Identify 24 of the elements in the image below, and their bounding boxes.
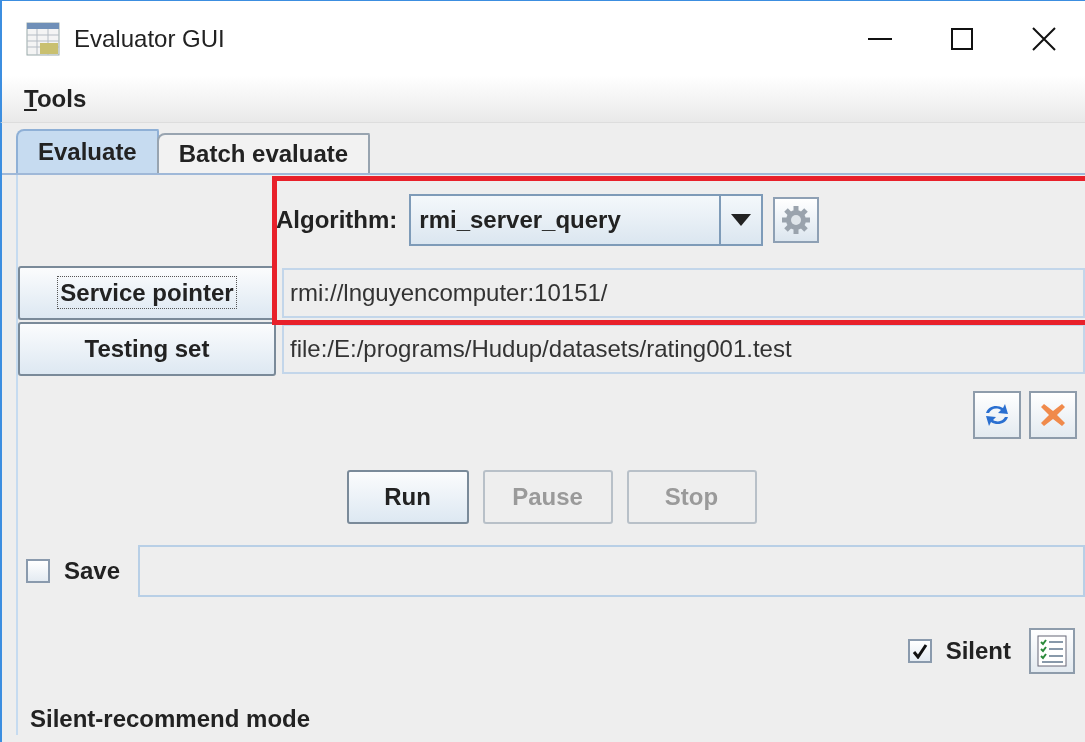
tab[interactable]: Batch evaluate — [156, 133, 371, 173]
service-pointer-field[interactable]: rmi://lnguyencomputer:10151/ — [282, 268, 1085, 318]
settings-icon — [780, 204, 813, 236]
algorithm-label: Algorithm: — [276, 206, 398, 234]
window-title: Evaluator GUI — [74, 24, 226, 53]
algorithm-dropdown[interactable]: rmi_server_query — [409, 194, 764, 246]
testing-set-button[interactable]: Testing set — [18, 322, 276, 376]
tab[interactable]: Evaluate — [16, 129, 159, 173]
save-checkbox[interactable] — [26, 559, 50, 583]
checklist-icon — [1037, 635, 1067, 667]
silent-checkbox[interactable] — [907, 639, 932, 663]
status-text: Silent-recommend mode — [29, 705, 312, 733]
run-button[interactable]: Run — [346, 470, 469, 524]
settings-button[interactable] — [773, 197, 820, 243]
menu-item[interactable]: Tools — [24, 85, 87, 113]
clear-button[interactable] — [1029, 391, 1077, 439]
silent-label: Silent — [945, 637, 1011, 665]
refresh-button[interactable] — [973, 391, 1021, 439]
checklist-button[interactable] — [1029, 628, 1075, 674]
save-path-field[interactable] — [138, 545, 1085, 597]
save-label: Save — [64, 557, 121, 585]
dropdown-arrow-icon — [731, 214, 752, 226]
table-icon — [26, 21, 60, 56]
testing-set-field[interactable]: file:/E:/programs/Hudup/datasets/rating001.test — [282, 324, 1085, 374]
